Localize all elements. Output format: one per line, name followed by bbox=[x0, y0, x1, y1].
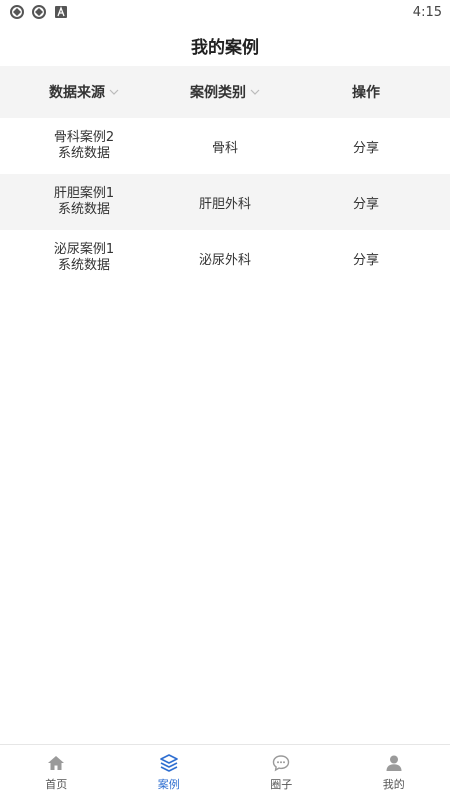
source-cell: 泌尿案例1 系统数据 bbox=[0, 242, 168, 274]
header: 我的案例 bbox=[0, 24, 450, 66]
sync-icon bbox=[10, 5, 24, 19]
tab-label: 圈子 bbox=[270, 778, 293, 791]
source-cell: 肝胆案例1 系统数据 bbox=[0, 186, 168, 218]
tab-label: 案例 bbox=[157, 778, 180, 791]
page-title: 我的案例 bbox=[191, 37, 259, 58]
column-header-source[interactable]: 数据来源 bbox=[0, 82, 168, 102]
a-badge-icon bbox=[54, 5, 68, 19]
table-row[interactable]: 骨科案例2 系统数据 骨科 分享 bbox=[0, 118, 450, 174]
share-button[interactable]: 分享 bbox=[282, 249, 450, 268]
case-name: 泌尿案例1 bbox=[53, 242, 115, 257]
chevron-down-icon bbox=[250, 87, 260, 97]
data-source: 系统数据 bbox=[57, 258, 110, 273]
category-cell: 肝胆外科 bbox=[198, 196, 251, 212]
chevron-down-icon bbox=[109, 87, 119, 97]
share-button[interactable]: 分享 bbox=[282, 193, 450, 212]
status-icons bbox=[10, 5, 68, 19]
user-icon bbox=[384, 753, 404, 773]
column-header-label: 案例类别 bbox=[190, 85, 246, 101]
status-bar: 4:15 bbox=[0, 0, 450, 24]
share-button[interactable]: 分享 bbox=[282, 137, 450, 156]
tab-circle[interactable]: 圈子 bbox=[225, 745, 338, 800]
column-header-label: 数据来源 bbox=[49, 85, 105, 101]
sync-icon bbox=[32, 5, 46, 19]
category-cell: 泌尿外科 bbox=[198, 252, 251, 268]
table-row[interactable]: 泌尿案例1 系统数据 泌尿外科 分享 bbox=[0, 230, 450, 286]
column-header-action: 操作 bbox=[282, 82, 450, 102]
table-row[interactable]: 肝胆案例1 系统数据 肝胆外科 分享 bbox=[0, 174, 450, 230]
column-header-category[interactable]: 案例类别 bbox=[168, 82, 282, 102]
table-header: 数据来源 案例类别 操作 bbox=[0, 66, 450, 118]
home-icon bbox=[46, 753, 66, 773]
status-time: 4:15 bbox=[412, 4, 442, 20]
tab-home[interactable]: 首页 bbox=[0, 745, 113, 800]
data-source: 系统数据 bbox=[57, 202, 110, 217]
category-cell: 骨科 bbox=[211, 140, 238, 156]
bottom-tab-bar: 首页 案例 圈子 我的 bbox=[0, 744, 450, 800]
layers-icon bbox=[159, 753, 179, 773]
tab-label: 首页 bbox=[45, 778, 68, 791]
data-source: 系统数据 bbox=[57, 146, 110, 161]
case-name: 肝胆案例1 bbox=[53, 186, 115, 201]
tab-label: 我的 bbox=[382, 778, 405, 791]
tab-mine[interactable]: 我的 bbox=[338, 745, 450, 800]
column-header-label: 操作 bbox=[352, 85, 380, 101]
tab-cases[interactable]: 案例 bbox=[113, 745, 226, 800]
source-cell: 骨科案例2 系统数据 bbox=[0, 130, 168, 162]
case-name: 骨科案例2 bbox=[53, 130, 115, 145]
chat-bubble-icon bbox=[271, 753, 291, 773]
